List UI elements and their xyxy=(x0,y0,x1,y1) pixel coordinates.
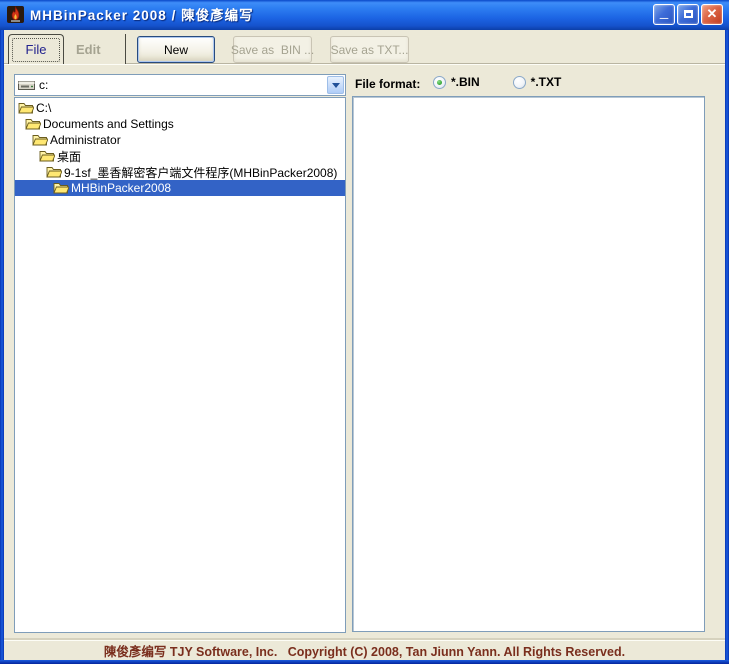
folder-icon xyxy=(39,149,55,163)
tab-focus-rect xyxy=(12,38,60,62)
save-as-bin-button[interactable]: Save as BIN ... xyxy=(233,36,312,63)
drive-combobox[interactable]: c: xyxy=(14,74,346,96)
tree-item-label: MHBinPacker2008 xyxy=(71,181,171,195)
status-bar: 陳俊彥编写 TJY Software, Inc. Copyright (C) 2… xyxy=(4,640,725,660)
app-flame-icon xyxy=(7,6,24,23)
tree-item-label: 9-1sf_墨香解密客户端文件程序(MHBinPacker2008) xyxy=(64,164,337,181)
tree-row[interactable]: C:\ xyxy=(15,100,345,116)
tree-row[interactable]: 9-1sf_墨香解密客户端文件程序(MHBinPacker2008) xyxy=(15,164,345,180)
folder-icon xyxy=(46,165,62,179)
tree-row[interactable]: MHBinPacker2008 xyxy=(15,180,345,196)
radio-circle-icon xyxy=(433,76,446,89)
window-frame-left xyxy=(0,30,4,664)
chevron-down-icon xyxy=(332,83,340,88)
close-button[interactable]: ✕ xyxy=(701,4,723,25)
tab-edit-label: Edit xyxy=(76,42,101,57)
new-button[interactable]: New xyxy=(137,36,215,63)
combo-dropdown-button[interactable] xyxy=(327,76,344,94)
window-title: MHBinPacker 2008 / 陳俊彥编写 xyxy=(30,4,653,24)
app-window: MHBinPacker 2008 / 陳俊彥编写 ─ ✕ File Edit N… xyxy=(0,0,729,664)
radio-label: *.TXT xyxy=(531,75,562,89)
tree-row[interactable]: Documents and Settings xyxy=(15,116,345,132)
folder-icon xyxy=(32,133,48,147)
file-list-box[interactable] xyxy=(352,96,705,632)
tree-item-label: 桌面 xyxy=(57,148,81,165)
window-frame-bottom xyxy=(0,660,729,664)
file-format-radio[interactable]: *.TXT xyxy=(513,75,562,89)
tree-item-label: C:\ xyxy=(36,101,51,115)
tree-item-label: Documents and Settings xyxy=(43,117,174,131)
tree-row[interactable]: Administrator xyxy=(15,132,345,148)
title-bar[interactable]: MHBinPacker 2008 / 陳俊彥编写 ─ ✕ xyxy=(0,0,729,30)
folder-icon xyxy=(25,117,41,131)
file-format-label: File format: xyxy=(355,77,420,91)
window-frame-right xyxy=(725,30,729,664)
folder-icon xyxy=(18,101,34,115)
folder-icon xyxy=(53,181,69,195)
drive-combobox-value: c: xyxy=(39,78,48,92)
tree-item-label: Administrator xyxy=(50,133,121,147)
drive-icon xyxy=(18,79,36,91)
radio-circle-icon xyxy=(513,76,526,89)
copyright-text: 陳俊彥编写 TJY Software, Inc. Copyright (C) 2… xyxy=(104,641,625,660)
directory-tree[interactable]: C:\ Documents and Settings Administrat xyxy=(14,97,346,633)
tab-file[interactable]: File xyxy=(8,34,64,64)
save-as-txt-button[interactable]: Save as TXT... xyxy=(330,36,409,63)
minimize-button[interactable]: ─ xyxy=(653,4,675,25)
client-area: File Edit New Save as BIN ... Save as TX… xyxy=(4,30,725,660)
tree-row[interactable]: 桌面 xyxy=(15,148,345,164)
radio-label: *.BIN xyxy=(451,75,480,89)
maximize-button[interactable] xyxy=(677,4,699,25)
file-format-radio-group: *.BIN *.TXT xyxy=(433,75,561,89)
tab-edit[interactable]: Edit xyxy=(64,34,126,64)
file-format-radio[interactable]: *.BIN xyxy=(433,75,480,89)
